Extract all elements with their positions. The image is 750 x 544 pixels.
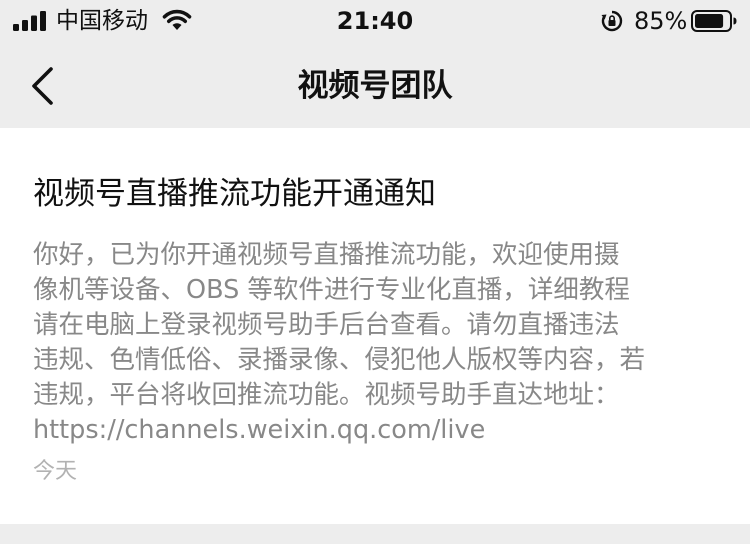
notice-body: 你好，已为你开通视频号直播推流功能，欢迎使用摄 像机等设备、OBS 等软件进行专… — [33, 238, 723, 448]
notice-body-line: 违规，平台将收回推流功能。视频号助手直达地址： — [33, 380, 620, 410]
rotation-lock-icon — [601, 10, 623, 32]
notice-body-line: 违规、色情低俗、录播录像、侵犯他人版权等内容，若 — [33, 345, 646, 375]
notice-link[interactable]: https://channels.weixin.qq.com/live — [33, 413, 723, 448]
nav-bar: 视频号团队 — [0, 44, 750, 128]
notice-body-line: 像机等设备、OBS 等软件进行专业化直播，详细教程 — [33, 275, 630, 305]
battery-percentage: 85% — [634, 7, 688, 35]
notice-title: 视频号直播推流功能开通通知 — [33, 176, 436, 212]
notice-body-line: 你好，已为你开通视频号直播推流功能，欢迎使用摄 — [33, 240, 620, 270]
status-bar: 中国移动 21:40 85% — [0, 0, 750, 44]
page-title: 视频号团队 — [297, 68, 453, 104]
notice-card[interactable]: 视频号直播推流功能开通通知 你好，已为你开通视频号直播推流功能，欢迎使用摄 像机… — [0, 128, 750, 524]
notice-date: 今天 — [33, 459, 78, 484]
notice-body-line: 请在电脑上登录视频号助手后台查看。请勿直播违法 — [33, 310, 620, 340]
battery-icon — [691, 10, 737, 32]
